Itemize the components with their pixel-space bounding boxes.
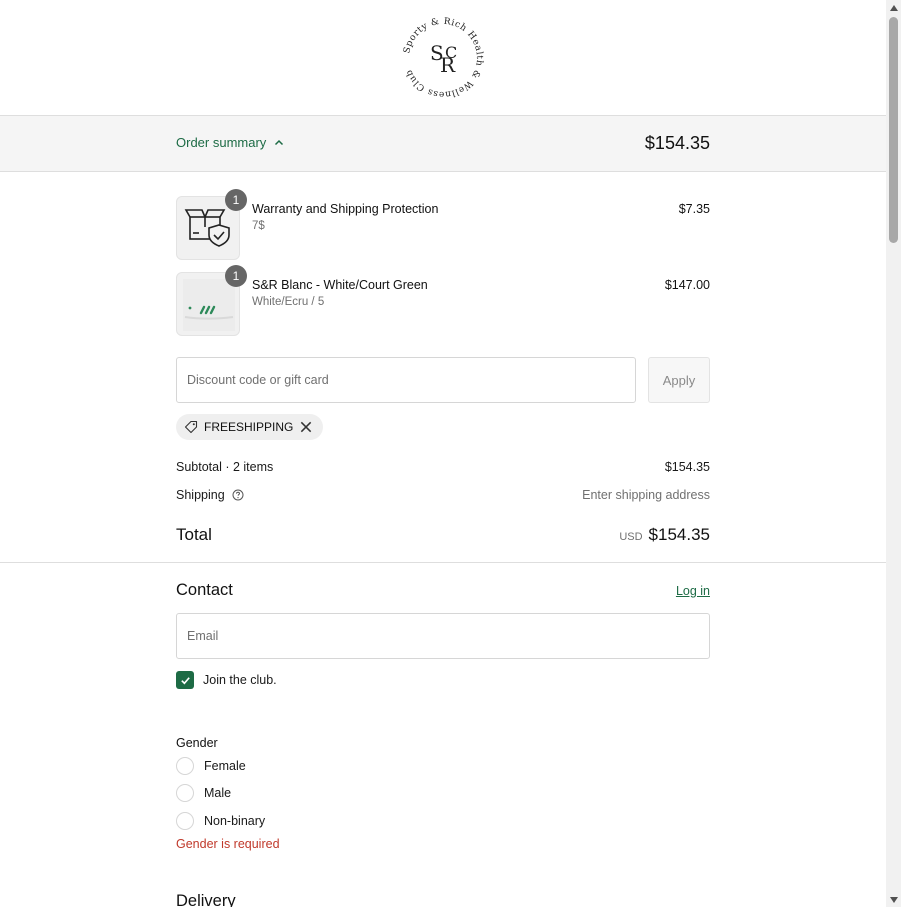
currency-code: USD (619, 531, 643, 543)
scroll-up-arrow[interactable] (886, 0, 901, 15)
newsletter-label: Join the club. (203, 673, 277, 687)
apply-discount-button[interactable]: Apply (648, 357, 710, 403)
close-icon (301, 421, 312, 433)
section-divider (0, 562, 886, 563)
subtotal-row: Subtotal · 2 items $154.35 (176, 460, 710, 474)
order-summary-toggle[interactable]: Order summary (176, 135, 284, 150)
applied-discount-chip: FREESHIPPING (176, 414, 324, 440)
item-title: S&R Blanc - White/Court Green (252, 278, 428, 292)
gender-error-message: Gender is required (176, 837, 280, 851)
product-thumbnail: 1 (176, 265, 247, 336)
total-amount: $154.35 (648, 525, 710, 544)
newsletter-checkbox-row[interactable]: Join the club. (176, 671, 277, 689)
help-circle-icon[interactable] (232, 489, 244, 501)
tag-icon (184, 420, 198, 434)
remove-discount-button[interactable] (299, 420, 313, 434)
triangle-down-icon (889, 896, 898, 903)
gender-option-label: Male (204, 786, 232, 800)
vertical-scrollbar[interactable] (886, 0, 901, 907)
checkmark-icon (180, 676, 190, 684)
discount-code-label: FREESHIPPING (204, 420, 294, 434)
shipping-label: Shipping (176, 488, 225, 502)
item-variant: 7$ (252, 220, 265, 232)
radio-button[interactable] (176, 812, 194, 830)
contact-heading: Contact (176, 581, 233, 599)
product-thumbnail: 1 (176, 189, 247, 260)
gender-label: Gender (176, 736, 218, 750)
quantity-badge: 1 (225, 265, 247, 287)
gender-option-label: Non-binary (204, 814, 266, 828)
header: Sporty & Rich Health & Wellness Club S R… (0, 0, 886, 116)
item-price: $7.35 (678, 202, 710, 216)
subtotal-label: Subtotal · 2 items (176, 460, 274, 474)
total-label: Total (176, 525, 212, 544)
gender-option-non-binary[interactable]: Non-binary (176, 812, 265, 830)
summary-total: $154.35 (644, 133, 710, 153)
email-field[interactable] (176, 613, 710, 659)
shipping-row: Shipping Enter shipping address (176, 488, 710, 502)
order-summary-label: Order summary (176, 135, 267, 150)
gender-option-female[interactable]: Female (176, 757, 246, 775)
discount-code-input[interactable] (176, 357, 636, 403)
item-variant: White/Ecru / 5 (252, 296, 325, 308)
item-price: $147.00 (664, 278, 710, 292)
brand-logo[interactable]: Sporty & Rich Health & Wellness Club S R… (399, 14, 487, 102)
delivery-heading: Delivery (176, 892, 236, 907)
quantity-badge: 1 (225, 189, 247, 211)
scroll-down-arrow[interactable] (886, 892, 901, 907)
gender-option-male[interactable]: Male (176, 784, 231, 802)
radio-button[interactable] (176, 757, 194, 775)
order-summary-bar: Order summary $154.35 (0, 116, 886, 172)
checkout-page: Sporty & Rich Health & Wellness Club S R… (0, 0, 886, 907)
shipping-value: Enter shipping address (582, 488, 710, 502)
line-item: 1 S&R Blanc - White/Court Green White/Ec… (176, 265, 710, 336)
radio-button[interactable] (176, 784, 194, 802)
line-item: 1 Warranty and Shipping Protection 7$ $7… (176, 189, 710, 260)
subtotal-value: $154.35 (664, 460, 710, 474)
logo-letter-c: C (445, 43, 457, 62)
triangle-up-icon (889, 4, 898, 11)
gender-option-label: Female (204, 759, 246, 773)
scrollbar-thumb[interactable] (889, 17, 898, 243)
total-row: Total USD $154.35 (176, 525, 710, 545)
newsletter-checkbox[interactable] (176, 671, 194, 689)
item-title: Warranty and Shipping Protection (252, 202, 439, 216)
log-in-link[interactable]: Log in (676, 584, 710, 598)
chevron-up-icon (275, 139, 284, 145)
